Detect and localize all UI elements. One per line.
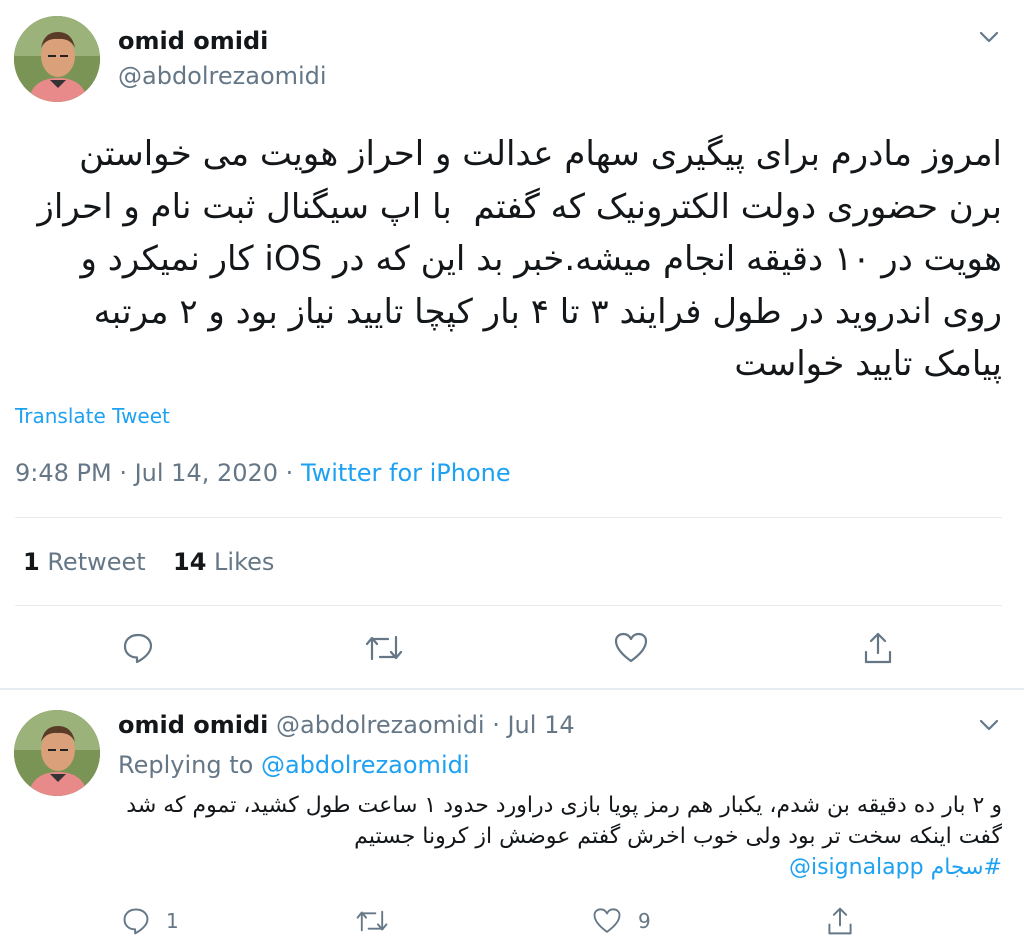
likes-label: Likes	[206, 548, 275, 576]
heart-icon[interactable]	[611, 628, 651, 668]
divider	[0, 688, 1024, 690]
tweet-meta: 9:48 PM · Jul 14, 2020 · Twitter for iPh…	[15, 459, 511, 487]
replying-prefix: Replying to	[118, 751, 261, 779]
chevron-down-icon[interactable]	[974, 710, 1004, 740]
likes-stat[interactable]: 14 Likes	[173, 548, 274, 576]
chevron-down-icon[interactable]	[974, 22, 1004, 52]
author-name[interactable]: omid omidi	[118, 27, 268, 55]
reply-author-name[interactable]: omid omidi	[118, 711, 268, 739]
retweet-label: Retweet	[39, 548, 146, 576]
divider	[15, 605, 1002, 606]
reply-icon[interactable]	[118, 628, 158, 668]
reply-header: omid omidi @abdolrezaomidi · Jul 14	[118, 711, 575, 739]
translate-tweet-link[interactable]: Translate Tweet	[15, 404, 170, 428]
mention-link[interactable]: @isignalapp	[789, 855, 924, 880]
retweet-stat[interactable]: 1 Retweet	[23, 548, 146, 576]
tweet-text: امروز مادرم برای پیگیری سهام عدالت و احر…	[16, 128, 1002, 391]
reply-tags: #سجام @isignalapp	[118, 852, 1002, 883]
likes-count: 14	[173, 548, 207, 576]
author-handle[interactable]: @abdolrezaomidi	[118, 62, 327, 90]
retweet-count: 1	[23, 548, 40, 576]
reply-count: 1	[166, 909, 179, 933]
share-icon[interactable]	[820, 901, 860, 941]
retweet-icon[interactable]	[364, 628, 404, 668]
replying-to: Replying to @abdolrezaomidi	[118, 751, 470, 779]
hashtag-link[interactable]: #سجام	[931, 855, 1002, 880]
tweet-timestamp[interactable]: 9:48 PM · Jul 14, 2020 ·	[15, 459, 301, 487]
heart-icon[interactable]	[587, 901, 627, 941]
reply-handle-date[interactable]: @abdolrezaomidi · Jul 14	[268, 711, 575, 739]
retweet-icon[interactable]	[352, 901, 392, 941]
like-count: 9	[638, 909, 651, 933]
tweet-source-link[interactable]: Twitter for iPhone	[301, 459, 511, 487]
reply-avatar[interactable]	[14, 710, 100, 796]
avatar[interactable]	[14, 16, 100, 102]
reply-text: و ۲ بار ده دقیقه بن شدم، یکبار هم رمز پو…	[118, 790, 1002, 883]
replying-to-link[interactable]: @abdolrezaomidi	[261, 751, 470, 779]
reply-icon[interactable]	[116, 901, 156, 941]
share-icon[interactable]	[858, 628, 898, 668]
reply-body: و ۲ بار ده دقیقه بن شدم، یکبار هم رمز پو…	[126, 793, 1002, 849]
tweet-text-ios: iOS	[264, 239, 323, 279]
divider	[15, 517, 1002, 518]
